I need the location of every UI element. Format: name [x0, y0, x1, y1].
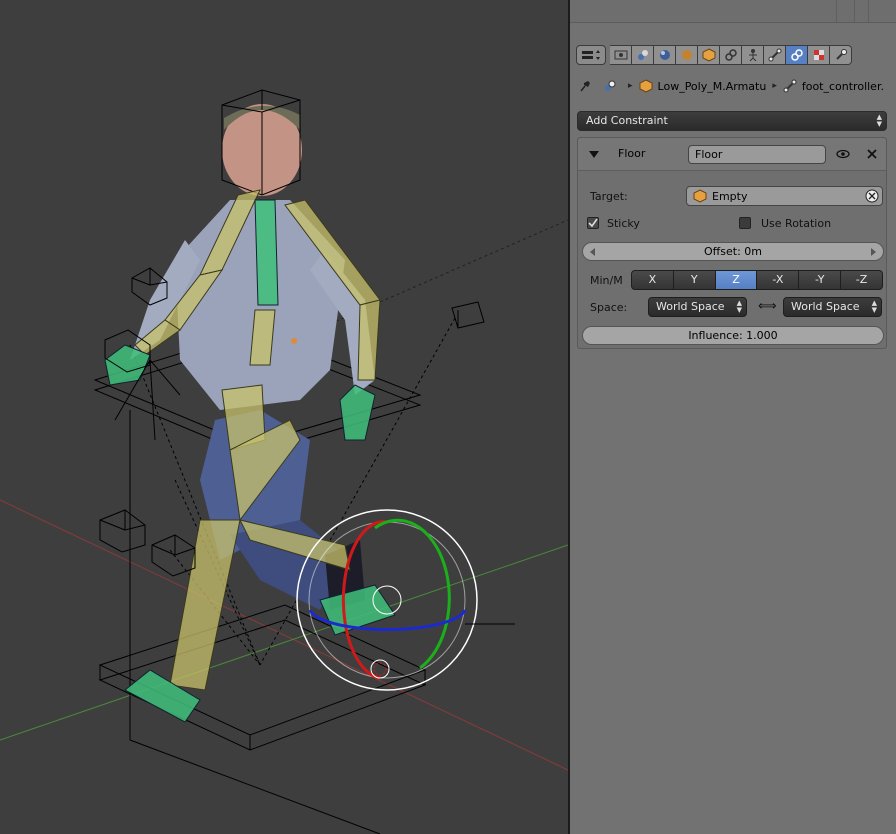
object-icon — [693, 189, 707, 203]
increment-arrow-icon[interactable] — [871, 248, 876, 256]
tab-texture[interactable] — [808, 45, 830, 65]
constraint-type-label: Floor — [618, 147, 646, 160]
collapse-arrow-icon[interactable] — [589, 151, 599, 158]
axis-neg-x-button[interactable]: -X — [757, 270, 800, 290]
offset-text: Offset: 0m — [704, 245, 762, 258]
sticky-checkbox[interactable] — [587, 217, 599, 229]
tab-bone-constraints[interactable] — [786, 45, 808, 65]
object-icon — [702, 48, 715, 62]
bone-constraint-icon — [790, 49, 803, 61]
swap-arrows-icon: ⟺ — [758, 299, 777, 314]
properties-editor: ▸ Low_Poly_M.Armatu ▸ foot_controller. A… — [570, 0, 896, 834]
breadcrumb-bone-label: foot_controller. — [801, 79, 884, 93]
properties-tab-bar — [576, 44, 852, 66]
target-space-dropdown[interactable]: World Space ▲ ▼ — [783, 297, 882, 317]
tab-scene[interactable] — [654, 45, 676, 65]
axis-neg-y-button[interactable]: -Y — [799, 270, 842, 290]
panel-header-strip — [570, 0, 896, 23]
target-space-value: World Space — [791, 300, 860, 313]
tab-bone[interactable] — [764, 45, 786, 65]
world-icon — [681, 50, 692, 60]
tab-physics[interactable] — [830, 45, 852, 65]
origin-dot — [291, 338, 297, 344]
render-layers-icon — [637, 50, 648, 60]
viewport-scene[interactable] — [0, 0, 568, 834]
tab-object[interactable] — [698, 45, 720, 65]
tab-render-layers[interactable] — [632, 45, 654, 65]
target-value: Empty — [712, 189, 748, 203]
updown-arrows-icon: ▲ ▼ — [736, 299, 742, 314]
breadcrumb-armature[interactable]: Low_Poly_M.Armatu — [639, 79, 767, 93]
target-label: Target: — [590, 190, 628, 203]
constraint-name-field[interactable]: Floor — [688, 145, 826, 164]
tab-armature[interactable] — [742, 45, 764, 65]
updown-arrows-icon: ▲ ▼ — [876, 113, 882, 128]
use-rotation-checkbox[interactable] — [739, 217, 751, 229]
3d-viewport[interactable] — [0, 0, 568, 834]
breadcrumb-armature-label: Low_Poly_M.Armatu — [657, 79, 767, 93]
bone-icon — [783, 79, 797, 93]
breadcrumb-bone[interactable]: foot_controller. — [783, 79, 884, 93]
floor-constraint-panel: Floor Floor Target: Empty Sticky Use Rot… — [577, 137, 887, 349]
physics-icon — [835, 49, 847, 60]
empty-cube — [99, 509, 146, 553]
sticky-label: Sticky — [607, 217, 640, 230]
pin-icon — [580, 81, 590, 92]
updown-arrows-icon: ▲ ▼ — [871, 299, 877, 314]
axis-neg-z-button[interactable]: -Z — [841, 270, 883, 290]
owner-space-dropdown[interactable]: World Space ▲ ▼ — [648, 297, 747, 317]
object-constraint-icon — [724, 49, 737, 61]
use-rotation-label: Use Rotation — [761, 217, 832, 230]
clear-icon[interactable] — [865, 189, 879, 203]
axis-z-button[interactable]: Z — [715, 270, 758, 290]
floor-axis-selector: X Y Z -X -Y -Z — [631, 270, 883, 290]
breadcrumb-separator: ▸ — [628, 81, 633, 91]
constraint-header: Floor Floor — [578, 138, 886, 171]
texture-icon — [813, 50, 824, 60]
owner-space-value: World Space — [656, 300, 725, 313]
empty-cube — [451, 301, 485, 329]
minm-label: Min/M — [590, 274, 623, 287]
add-constraint-label: Add Constraint — [586, 114, 668, 127]
influence-slider[interactable]: Influence: 1.000 — [582, 326, 884, 345]
context-icon — [605, 80, 616, 91]
breadcrumb: ▸ Low_Poly_M.Armatu ▸ foot_controller. — [578, 76, 890, 96]
context-button[interactable] — [603, 79, 622, 93]
axis-y-button[interactable]: Y — [673, 270, 716, 290]
armature-data-icon — [748, 49, 757, 62]
object-icon — [639, 79, 653, 93]
axis-x-button[interactable]: X — [631, 270, 674, 290]
breadcrumb-separator: ▸ — [772, 81, 777, 91]
target-field[interactable]: Empty — [686, 186, 883, 206]
tab-object-constraints[interactable] — [720, 45, 742, 65]
editor-type-button[interactable] — [576, 45, 606, 65]
add-constraint-menu[interactable]: Add Constraint ▲ ▼ — [577, 111, 887, 131]
close-icon[interactable] — [865, 147, 879, 161]
space-label: Space: — [590, 301, 628, 314]
empty-cube — [151, 534, 196, 577]
influence-text: Influence: 1.000 — [688, 329, 778, 342]
editor-type-icon — [582, 50, 600, 60]
eye-icon[interactable] — [836, 148, 850, 160]
check-icon — [588, 218, 598, 228]
render-icon — [614, 50, 627, 60]
bone-icon — [768, 48, 781, 62]
offset-field[interactable]: Offset: 0m — [582, 242, 884, 261]
tab-render[interactable] — [610, 45, 632, 65]
pin-button[interactable] — [578, 79, 597, 93]
decrement-arrow-icon[interactable] — [590, 248, 595, 256]
scene-icon — [659, 50, 670, 60]
tab-world[interactable] — [676, 45, 698, 65]
